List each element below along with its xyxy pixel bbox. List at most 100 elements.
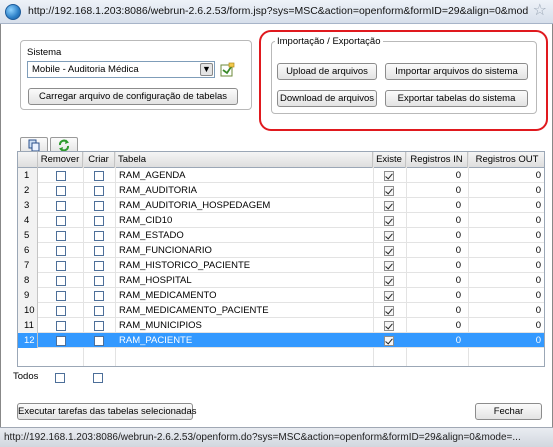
table-row[interactable]: 9 RAM_MEDICAMENTO 0 0 xyxy=(18,288,544,303)
row-number: 2 xyxy=(18,183,38,198)
table-name: RAM_AUDITORIA_HOSPEDAGEM xyxy=(119,200,271,211)
criar-checkbox[interactable] xyxy=(94,186,104,196)
criar-checkbox[interactable] xyxy=(94,291,104,301)
execute-tasks-button[interactable]: Executar tarefas das tabelas selecionada… xyxy=(17,403,197,420)
registros-out-value: 0 xyxy=(535,335,541,346)
criar-checkbox[interactable] xyxy=(94,216,104,226)
table-row[interactable]: 11 RAM_MUNICIPIOS 0 0 xyxy=(18,318,544,333)
table-row[interactable]: 4 RAM_CID10 0 0 xyxy=(18,213,544,228)
table-row[interactable]: 3 RAM_AUDITORIA_HOSPEDAGEM 0 0 xyxy=(18,198,544,213)
table-name: RAM_AUDITORIA xyxy=(119,185,197,196)
row-number: 9 xyxy=(18,288,38,303)
table-row[interactable]: 12 RAM_PACIENTE 0 0 xyxy=(18,333,544,348)
table-name: RAM_HISTORICO_PACIENTE xyxy=(119,260,251,271)
form-page: Sistema Mobile - Auditoria Médica ▼ Carr… xyxy=(0,24,553,427)
header-existe[interactable]: Existe xyxy=(373,152,406,168)
criar-checkbox[interactable] xyxy=(94,336,104,346)
edit-config-icon[interactable] xyxy=(220,62,235,77)
registros-in-value: 0 xyxy=(455,185,461,196)
criar-checkbox[interactable] xyxy=(94,321,104,331)
table-name: RAM_FUNCIONARIO xyxy=(119,245,212,256)
row-number: 4 xyxy=(18,213,38,228)
load-config-button[interactable]: Carregar arquivo de configuração de tabe… xyxy=(28,88,238,105)
url-field[interactable]: http://192.168.1.203:8086/webrun-2.6.2.5… xyxy=(28,5,528,17)
todos-label: Todos xyxy=(13,371,39,382)
registros-in-value: 0 xyxy=(455,200,461,211)
sistema-select[interactable]: Mobile - Auditoria Médica ▼ xyxy=(27,61,215,78)
row-number: 10 xyxy=(18,303,38,318)
criar-checkbox[interactable] xyxy=(94,201,104,211)
import-export-legend: Importação / Exportação xyxy=(275,36,383,47)
row-number: 8 xyxy=(18,273,38,288)
row-number: 12 xyxy=(18,333,38,348)
registros-out-value: 0 xyxy=(535,245,541,256)
close-button[interactable]: Fechar xyxy=(475,403,542,420)
remover-checkbox[interactable] xyxy=(56,276,66,286)
remover-checkbox[interactable] xyxy=(56,261,66,271)
registros-out-value: 0 xyxy=(535,185,541,196)
remover-checkbox[interactable] xyxy=(56,246,66,256)
table-name: RAM_MEDICAMENTO xyxy=(119,290,217,301)
upload-files-button[interactable]: Upload de arquivos xyxy=(277,63,377,80)
remover-checkbox[interactable] xyxy=(56,231,66,241)
header-row-number xyxy=(18,152,38,168)
table-name: RAM_MUNICIPIOS xyxy=(119,320,202,331)
registros-in-value: 0 xyxy=(455,305,461,316)
criar-checkbox[interactable] xyxy=(94,246,104,256)
registros-in-value: 0 xyxy=(455,320,461,331)
remover-checkbox[interactable] xyxy=(56,201,66,211)
table-row[interactable]: 6 RAM_FUNCIONARIO 0 0 xyxy=(18,243,544,258)
export-tables-button[interactable]: Exportar tabelas do sistema xyxy=(385,90,528,107)
select-all-remover-checkbox[interactable] xyxy=(55,373,65,383)
header-tabela[interactable]: Tabela xyxy=(115,152,373,168)
registros-out-value: 0 xyxy=(535,260,541,271)
header-criar[interactable]: Criar xyxy=(83,152,115,168)
remover-checkbox[interactable] xyxy=(56,336,66,346)
sistema-label: Sistema xyxy=(27,47,62,58)
favorite-star-icon[interactable]: ☆ xyxy=(533,2,547,20)
row-number: 6 xyxy=(18,243,38,258)
chevron-down-icon[interactable]: ▼ xyxy=(200,63,213,76)
table-row[interactable]: 5 RAM_ESTADO 0 0 xyxy=(18,228,544,243)
registros-in-value: 0 xyxy=(455,290,461,301)
table-row[interactable]: 2 RAM_AUDITORIA 0 0 xyxy=(18,183,544,198)
registros-out-value: 0 xyxy=(535,305,541,316)
remover-checkbox[interactable] xyxy=(56,216,66,226)
registros-out-value: 0 xyxy=(535,275,541,286)
header-registros-out[interactable]: Registros OUT xyxy=(468,152,544,168)
table-row[interactable]: 1 RAM_AGENDA 0 0 xyxy=(18,168,544,183)
table-row[interactable]: 10 RAM_MEDICAMENTO_PACIENTE 0 0 xyxy=(18,303,544,318)
remover-checkbox[interactable] xyxy=(56,306,66,316)
import-files-button[interactable]: Importar arquivos do sistema xyxy=(385,63,528,80)
criar-checkbox[interactable] xyxy=(94,306,104,316)
status-bar: http://192.168.1.203:8086/webrun-2.6.2.5… xyxy=(0,427,553,447)
criar-checkbox[interactable] xyxy=(94,171,104,181)
select-all-criar-checkbox[interactable] xyxy=(93,373,103,383)
criar-checkbox[interactable] xyxy=(94,276,104,286)
criar-checkbox[interactable] xyxy=(94,261,104,271)
registros-in-value: 0 xyxy=(455,230,461,241)
download-files-button[interactable]: Download de arquivos xyxy=(277,90,377,107)
table-name: RAM_CID10 xyxy=(119,215,173,226)
sistema-selected-value: Mobile - Auditoria Médica xyxy=(32,64,139,75)
table-name: RAM_ESTADO xyxy=(119,230,184,241)
remover-checkbox[interactable] xyxy=(56,171,66,181)
address-bar: http://192.168.1.203:8086/webrun-2.6.2.5… xyxy=(0,0,553,24)
table-row[interactable]: 8 RAM_HOSPITAL 0 0 xyxy=(18,273,544,288)
header-remover[interactable]: Remover xyxy=(38,152,83,168)
registros-out-value: 0 xyxy=(535,170,541,181)
table-name: RAM_PACIENTE xyxy=(119,335,193,346)
table-name: RAM_MEDICAMENTO_PACIENTE xyxy=(119,305,269,316)
registros-in-value: 0 xyxy=(455,215,461,226)
table-row[interactable]: 7 RAM_HISTORICO_PACIENTE 0 0 xyxy=(18,258,544,273)
remover-checkbox[interactable] xyxy=(56,321,66,331)
registros-in-value: 0 xyxy=(455,260,461,271)
criar-checkbox[interactable] xyxy=(94,231,104,241)
registros-out-value: 0 xyxy=(535,320,541,331)
remover-checkbox[interactable] xyxy=(56,291,66,301)
registros-in-value: 0 xyxy=(455,275,461,286)
remover-checkbox[interactable] xyxy=(56,186,66,196)
header-registros-in[interactable]: Registros IN xyxy=(406,152,468,168)
registros-out-value: 0 xyxy=(535,290,541,301)
registros-in-value: 0 xyxy=(455,170,461,181)
